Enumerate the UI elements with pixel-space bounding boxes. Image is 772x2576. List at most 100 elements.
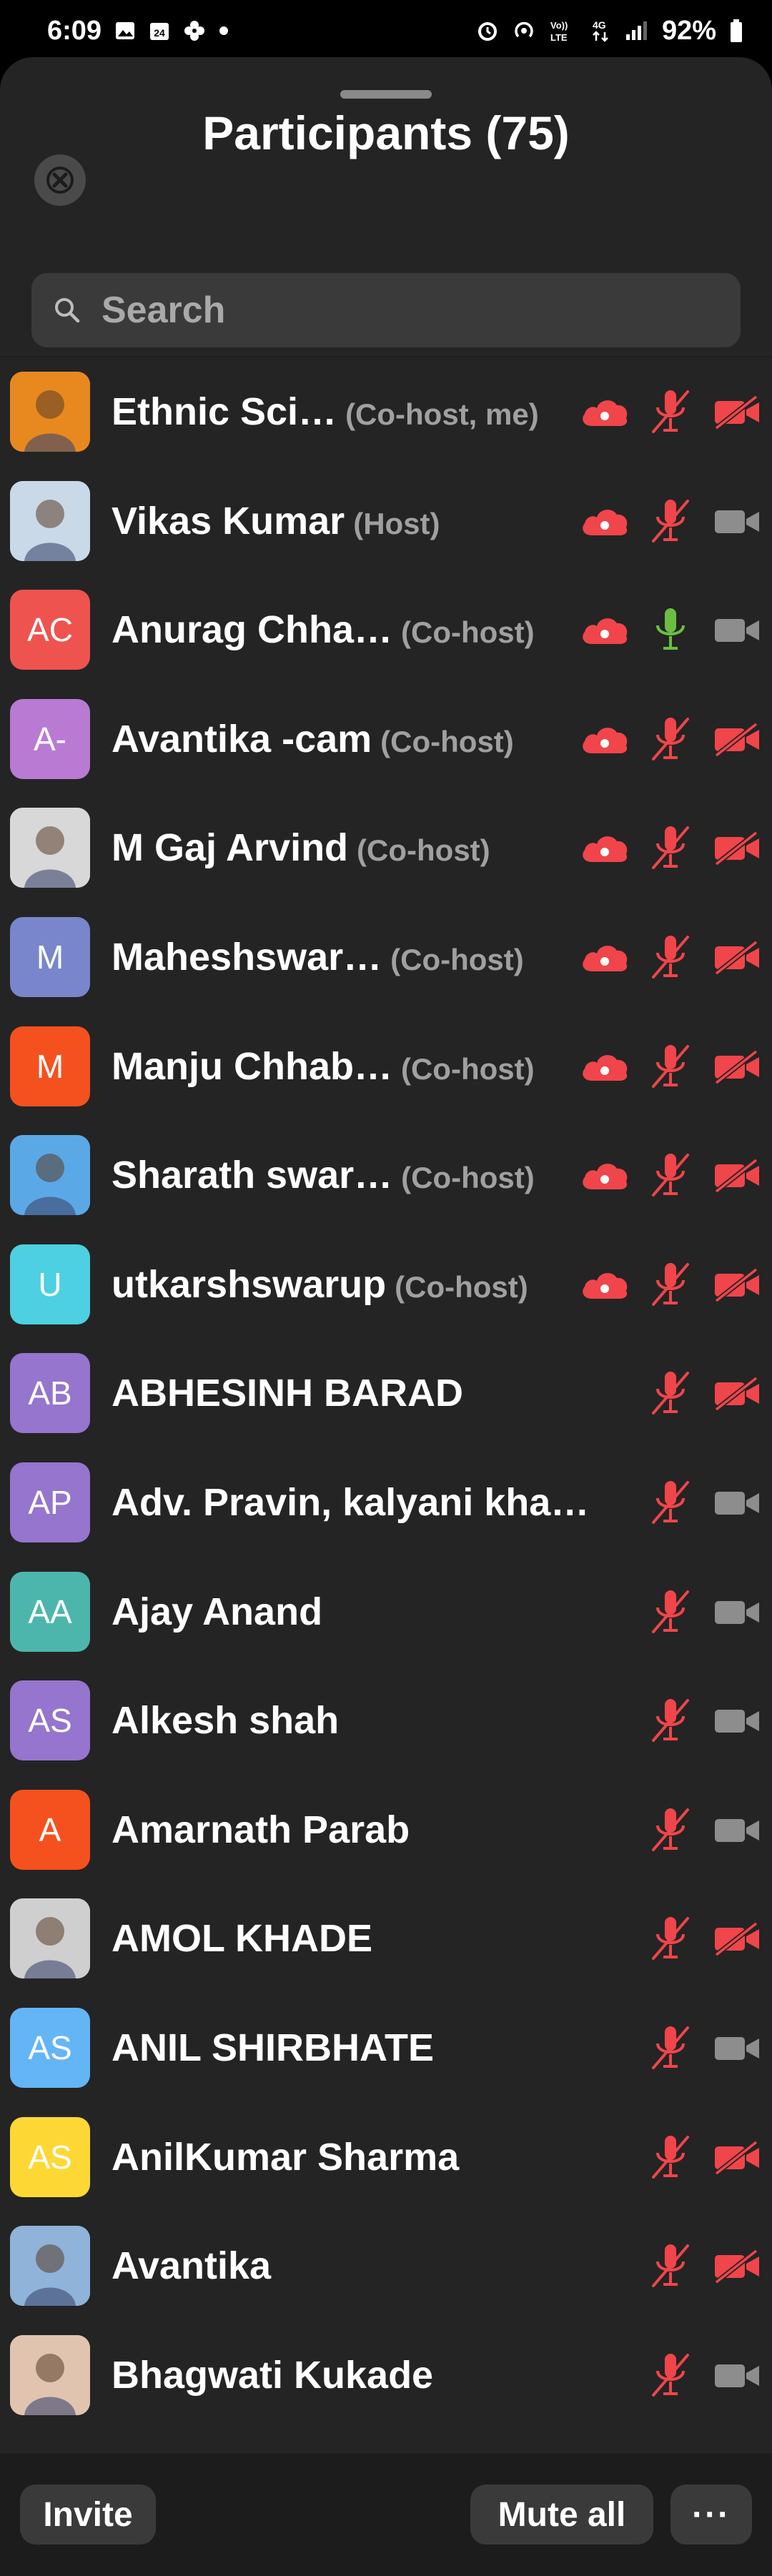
participant-row[interactable]: Ethnic Sci… (Co-host, me) — [0, 357, 772, 466]
participant-row[interactable]: AS AnilKumar Sharma — [0, 2103, 772, 2211]
video-off-icon — [712, 721, 762, 757]
participant-row[interactable]: A Amarnath Parab — [0, 1775, 772, 1884]
page-title: Participants (75) — [202, 106, 570, 159]
mic-muted-icon[interactable] — [649, 1367, 692, 1419]
cloud-recording-icon — [579, 1048, 630, 1085]
mute-all-button[interactable]: Mute all — [470, 2485, 653, 2545]
participant-row[interactable]: Uutkarshswarup (Co-host) — [0, 1230, 772, 1339]
participant-row[interactable]: Vikas Kumar (Host) — [0, 467, 772, 575]
participant-avatar — [10, 1898, 90, 1979]
search-input[interactable] — [102, 289, 673, 332]
participant-name-wrap: ABHESINH BARAD — [112, 1371, 463, 1415]
participant-name: utkarshswarup — [112, 1262, 387, 1306]
mic-muted-icon[interactable] — [649, 713, 692, 765]
participant-name-wrap: utkarshswarup (Co-host) — [112, 1262, 528, 1307]
svg-text:4G: 4G — [593, 19, 606, 31]
cloud-recording-icon — [579, 1156, 630, 1194]
participant-name-wrap: AMOL KHADE — [112, 1916, 372, 1961]
mic-muted-icon[interactable] — [649, 1041, 692, 1092]
video-icon — [712, 1594, 762, 1630]
mic-muted-icon[interactable] — [649, 495, 692, 547]
participant-name: Vikas Kumar — [112, 499, 345, 543]
volte-icon: Vo)) LTE — [549, 19, 578, 43]
video-off-icon — [712, 1049, 762, 1084]
participant-row[interactable]: M Manju Chhab… (Co-host) — [0, 1012, 772, 1121]
participant-name-wrap: Anurag Chha… (Co-host) — [112, 608, 535, 652]
status-time: 6:09 — [47, 15, 102, 46]
mic-muted-icon[interactable] — [649, 2240, 692, 2292]
invite-button[interactable]: Invite — [20, 2485, 156, 2545]
participant-row[interactable]: AP Adv. Pravin, kalyani kha… — [0, 1448, 772, 1557]
participant-avatar: AC — [10, 590, 90, 670]
participant-row[interactable]: AS ANIL SHIRBHATE — [0, 1993, 772, 2102]
participant-avatar: M — [10, 1026, 90, 1106]
participant-row[interactable]: AS Alkesh shah — [0, 1666, 772, 1775]
participant-row[interactable]: M Maheshswar… (Co-host) — [0, 903, 772, 1011]
calendar-icon: 24 — [149, 20, 170, 41]
mic-muted-icon[interactable] — [649, 822, 692, 873]
participant-avatar: A — [10, 1789, 90, 1870]
mic-muted-icon[interactable] — [649, 1259, 692, 1310]
gallery-icon — [114, 20, 136, 41]
cloud-recording-icon — [579, 720, 630, 758]
participant-name: Anurag Chha… — [112, 608, 393, 652]
mic-active-icon[interactable] — [649, 604, 692, 655]
video-off-icon — [712, 1267, 762, 1302]
participant-row[interactable]: Avantika — [0, 2211, 772, 2320]
sheet-drag-handle[interactable] — [340, 90, 432, 99]
participant-name: Ajay Anand — [112, 1590, 323, 1633]
participant-name-wrap: M Gaj Arvind (Co-host) — [112, 826, 490, 870]
video-icon — [712, 1703, 762, 1738]
participant-role: (Co-host) — [401, 615, 535, 650]
mic-muted-icon[interactable] — [649, 386, 692, 437]
participant-name: Bhagwati Kukade — [112, 2353, 434, 2397]
pinwheel-icon — [183, 19, 206, 42]
participant-list[interactable]: Ethnic Sci… (Co-host, me) Vikas Kumar (Host… — [0, 356, 772, 2457]
participant-avatar: AS — [10, 1680, 90, 1761]
mic-muted-icon[interactable] — [649, 1149, 692, 1201]
participant-row[interactable]: Sharath swar… (Co-host) — [0, 1121, 772, 1229]
participant-name: Avantika — [112, 2244, 272, 2288]
svg-text:Vo)): Vo)) — [550, 20, 568, 31]
cloud-recording-icon — [579, 1266, 630, 1303]
participant-name: AnilKumar Sharma — [112, 2135, 460, 2179]
participant-row[interactable]: A- Avantika -cam (Co-host) — [0, 685, 772, 793]
participant-row[interactable]: AA Ajay Anand — [0, 1557, 772, 1666]
participant-name: Avantika -cam — [112, 717, 372, 761]
cloud-recording-icon — [579, 393, 630, 430]
participant-row[interactable]: AC Anurag Chha… (Co-host) — [0, 575, 772, 684]
mic-muted-icon[interactable] — [649, 1804, 692, 1856]
participant-name-wrap: Maheshswar… (Co-host) — [112, 935, 524, 979]
svg-text:24: 24 — [154, 27, 165, 39]
video-off-icon — [712, 2139, 762, 2175]
video-icon — [712, 1485, 762, 1520]
close-button[interactable] — [34, 154, 86, 206]
close-icon — [46, 167, 74, 194]
participant-role: (Co-host) — [357, 833, 490, 868]
notification-dot-icon — [219, 26, 229, 36]
alarm-icon — [476, 19, 499, 42]
participant-row[interactable]: Bhagwati Kukade — [0, 2321, 772, 2429]
mic-muted-icon[interactable] — [649, 931, 692, 983]
mic-muted-icon[interactable] — [649, 1913, 692, 1964]
cloud-recording-icon — [579, 938, 630, 976]
participant-row[interactable]: M Gaj Arvind (Co-host) — [0, 793, 772, 902]
video-off-icon — [712, 2248, 762, 2284]
mic-muted-icon[interactable] — [649, 2349, 692, 2401]
participant-avatar: AS — [10, 2008, 90, 2088]
4g-icon: 4G — [590, 19, 612, 43]
mic-muted-icon[interactable] — [649, 1586, 692, 1638]
search-bar[interactable] — [31, 273, 741, 347]
video-icon — [712, 612, 762, 648]
mic-muted-icon[interactable] — [649, 1477, 692, 1528]
mic-muted-icon[interactable] — [649, 2022, 692, 2074]
mic-muted-icon[interactable] — [649, 2131, 692, 2183]
more-options-button[interactable]: ··· — [670, 2485, 752, 2545]
participant-name-wrap: Avantika -cam (Co-host) — [112, 717, 514, 761]
participant-row[interactable]: AMOL KHADE — [0, 1884, 772, 1993]
bottom-action-bar: Invite Mute all ··· — [0, 2453, 772, 2576]
battery-percentage: 92% — [661, 15, 716, 46]
video-off-icon — [712, 1921, 762, 1957]
participant-row[interactable]: AB ABHESINH BARAD — [0, 1339, 772, 1447]
mic-muted-icon[interactable] — [649, 1695, 692, 1746]
